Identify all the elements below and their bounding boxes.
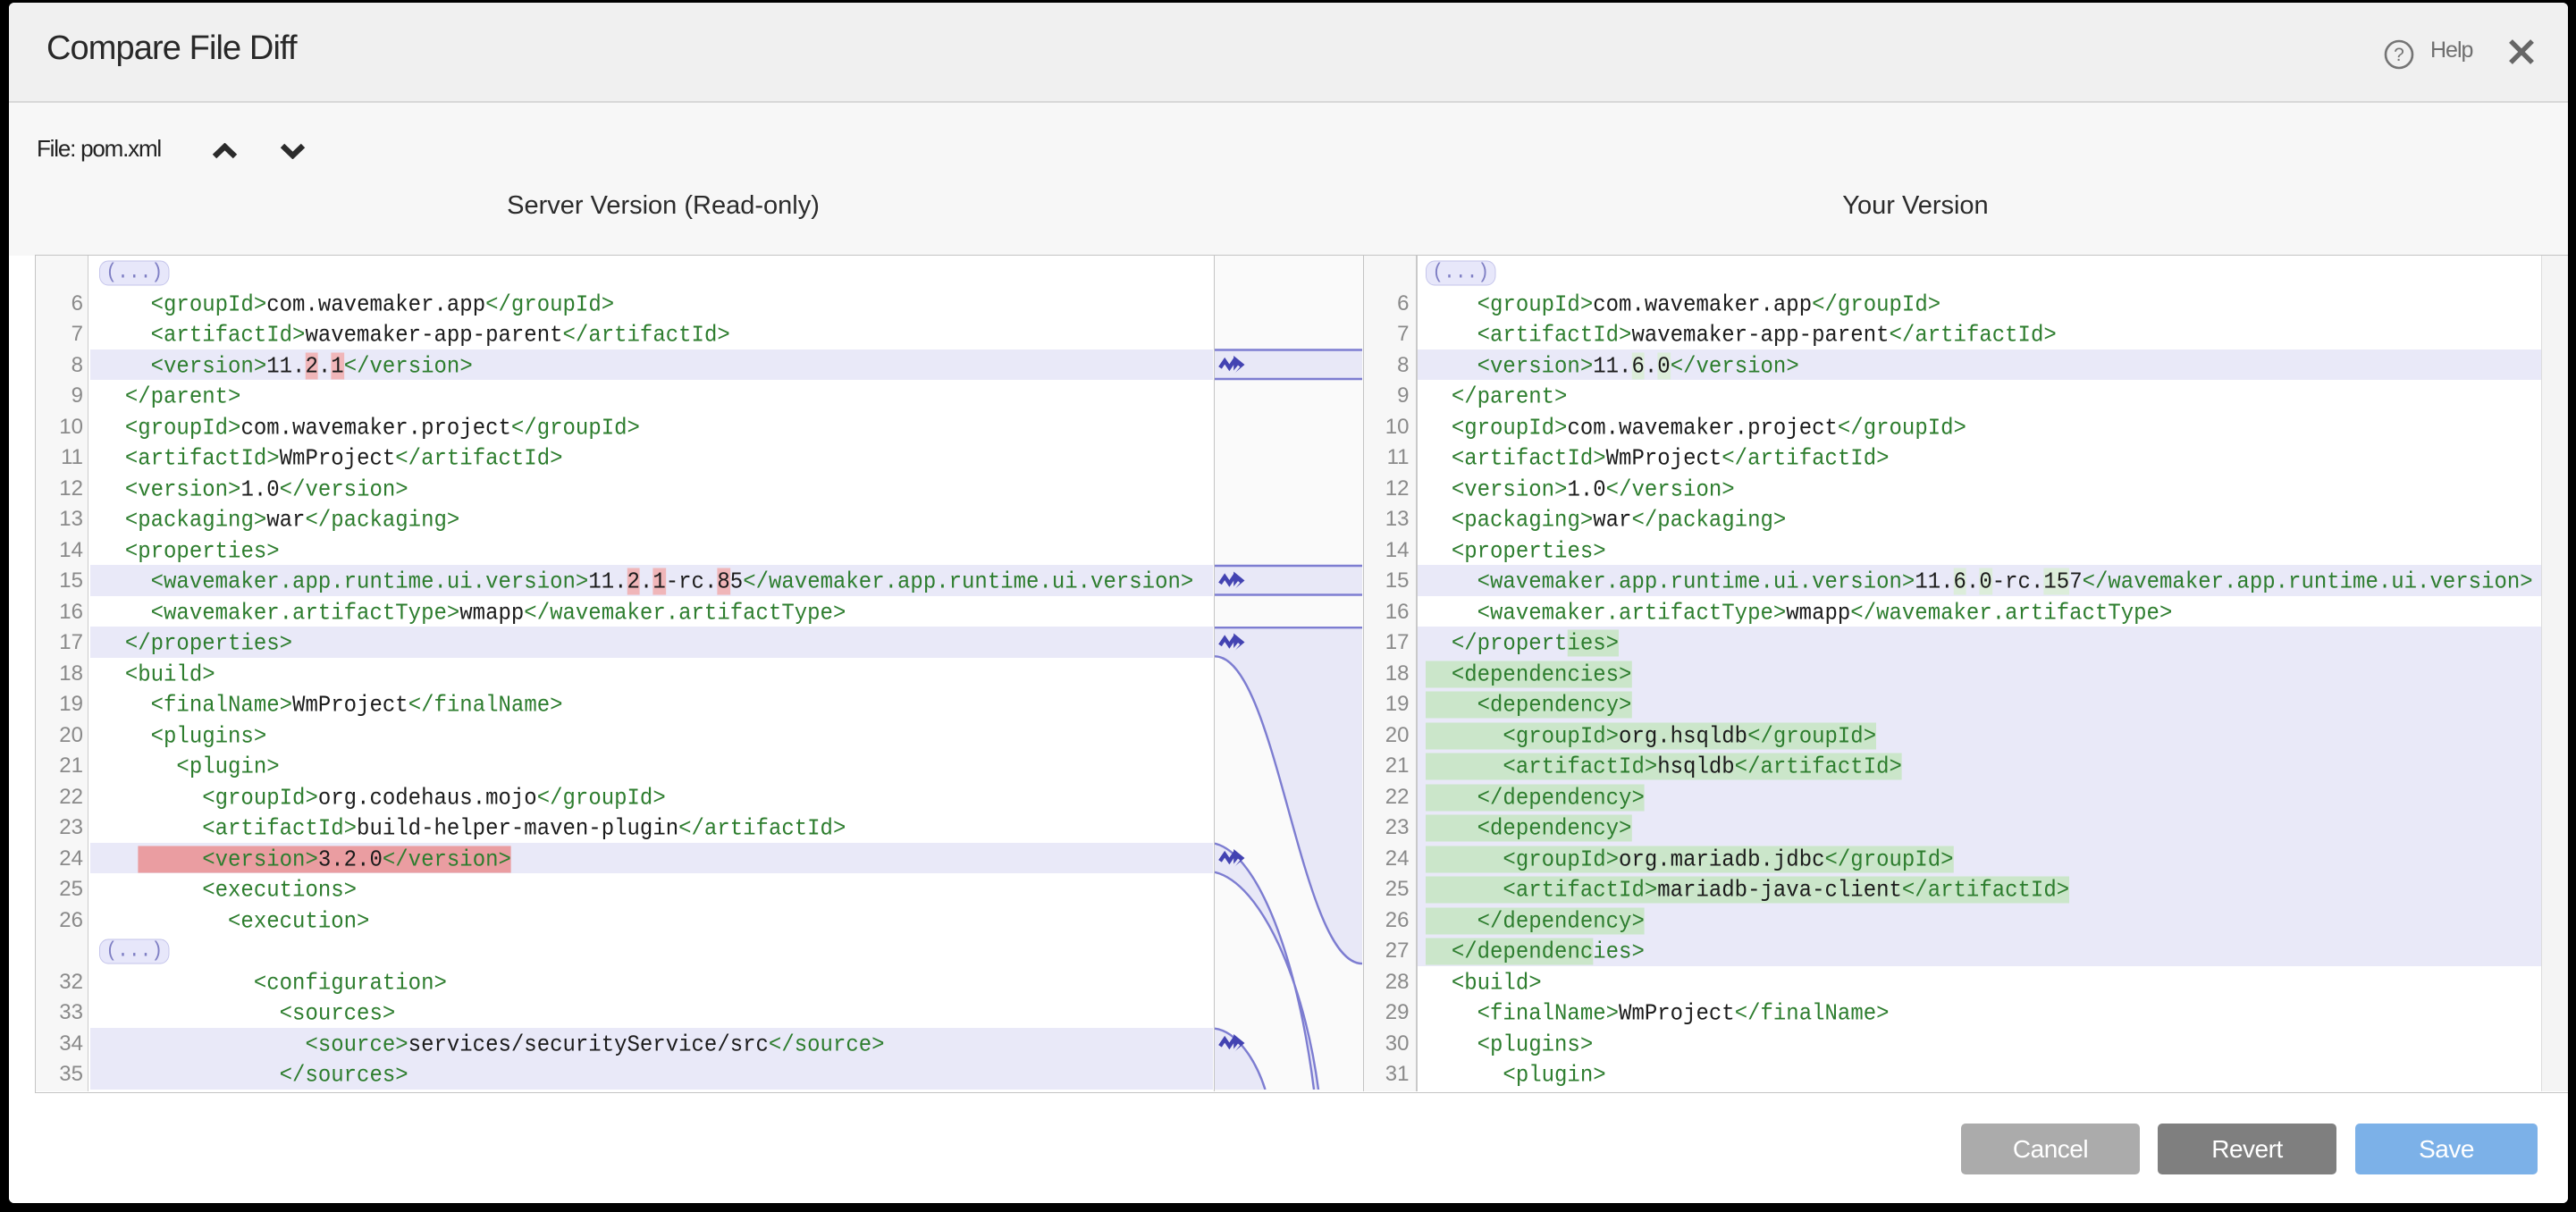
svg-text:?: ? — [2394, 45, 2404, 65]
